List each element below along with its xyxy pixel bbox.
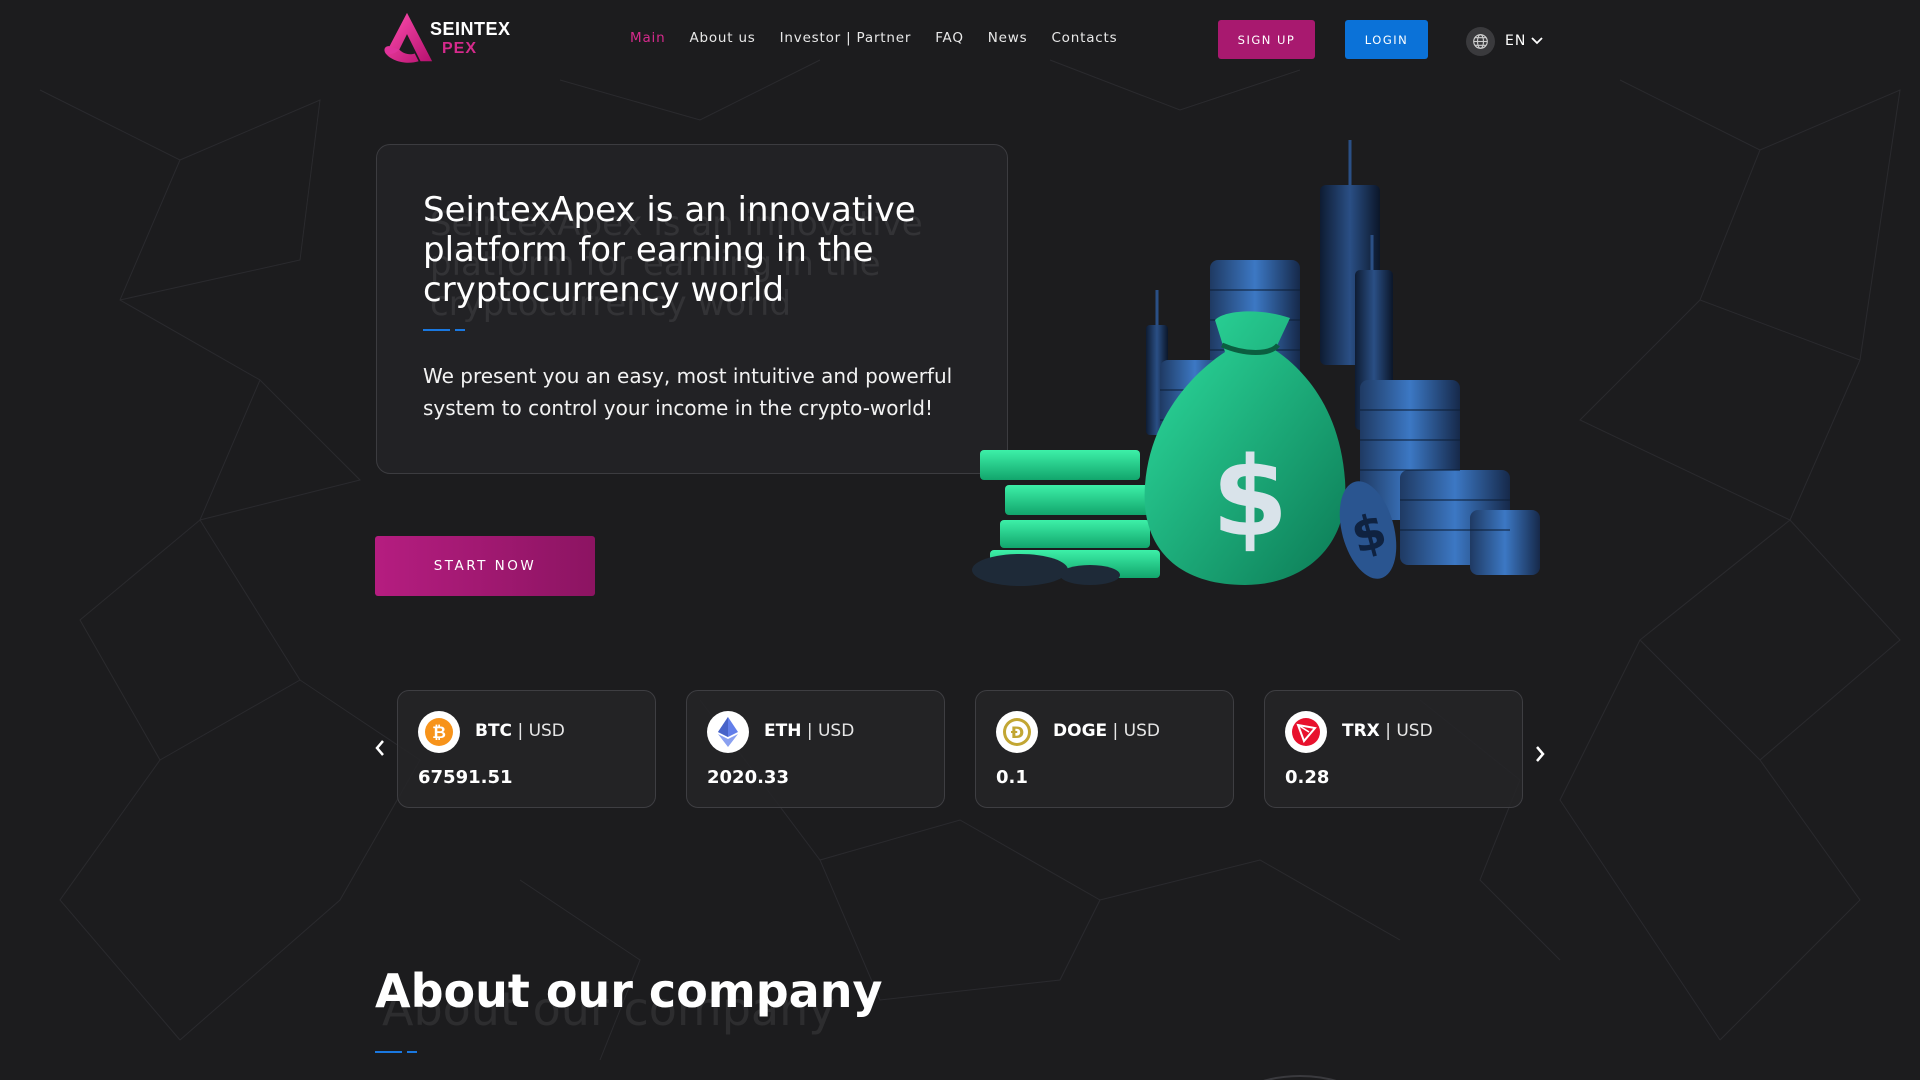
- logo-text-line2: PEX: [442, 39, 478, 57]
- main-nav: Main About us Investor | Partner FAQ New…: [630, 30, 1141, 46]
- chevron-down-icon: [1531, 37, 1543, 45]
- title-accent-divider: [423, 329, 465, 331]
- logo-text-line1: SEINTEX: [430, 18, 511, 39]
- nav-item-faq[interactable]: FAQ: [935, 30, 964, 46]
- sign-up-button[interactable]: SIGN UP: [1218, 20, 1315, 59]
- chevron-left-icon[interactable]: [370, 736, 390, 760]
- language-selector[interactable]: EN: [1466, 26, 1543, 56]
- start-now-button[interactable]: START NOW: [375, 536, 595, 596]
- ethereum-icon: [707, 711, 749, 753]
- ticker-price: 0.28: [1285, 767, 1330, 788]
- ticker-quote: | USD: [1112, 721, 1161, 741]
- dogecoin-icon: Ð: [996, 711, 1038, 753]
- about-accent-divider: [375, 1051, 417, 1053]
- bitcoin-icon: ₿: [418, 711, 460, 753]
- ticker-symbol: BTC: [475, 721, 513, 741]
- ticker-card-btc[interactable]: ₿ BTC | USD 67591.51: [397, 690, 656, 808]
- tron-icon: [1285, 711, 1327, 753]
- ticker-card-eth[interactable]: ETH | USD 2020.33: [686, 690, 945, 808]
- ticker-symbol: ETH: [764, 721, 802, 741]
- hero-subtitle: We present you an easy, most intuitive a…: [423, 364, 953, 420]
- money-bag-illustration: $ $: [972, 140, 1540, 586]
- decorative-arc: [1263, 1075, 1337, 1080]
- nav-item-about-us[interactable]: About us: [689, 30, 755, 46]
- ticker-quote: | USD: [1385, 721, 1433, 741]
- logo-mark-icon: [384, 12, 433, 63]
- nav-item-investor-partner[interactable]: Investor | Partner: [780, 30, 912, 46]
- language-code: EN: [1505, 33, 1527, 49]
- login-button[interactable]: LOGIN: [1345, 20, 1428, 59]
- svg-text:₿: ₿: [432, 723, 446, 743]
- ticker-quote: | USD: [806, 721, 855, 741]
- ticker-symbol: DOGE: [1053, 721, 1108, 741]
- ticker-pair: DOGE | USD: [1053, 721, 1160, 741]
- svg-text:$: $: [1212, 433, 1289, 561]
- ticker-price: 2020.33: [707, 767, 789, 788]
- ticker-card-trx[interactable]: TRX | USD 0.28: [1264, 690, 1523, 808]
- ticker-symbol: TRX: [1342, 721, 1380, 741]
- nav-item-contacts[interactable]: Contacts: [1051, 30, 1117, 46]
- globe-icon: [1466, 26, 1495, 56]
- ticker-pair: ETH | USD: [764, 721, 854, 741]
- ticker-pair: TRX | USD: [1342, 721, 1433, 741]
- brand-logo[interactable]: SEINTEX PEX: [378, 8, 523, 68]
- svg-text:Ð: Ð: [1011, 723, 1024, 742]
- nav-item-main[interactable]: Main: [630, 30, 665, 46]
- ticker-quote: | USD: [517, 721, 565, 741]
- ticker-price: 67591.51: [418, 767, 513, 788]
- ticker-price: 0.1: [996, 767, 1028, 788]
- ticker-pair: BTC | USD: [475, 721, 565, 741]
- ticker-card-doge[interactable]: Ð DOGE | USD 0.1: [975, 690, 1234, 808]
- about-section-title: About our company: [375, 964, 883, 1018]
- nav-item-news[interactable]: News: [988, 30, 1028, 46]
- hero-title: SeintexApex is an innovative platform fo…: [423, 190, 916, 310]
- chevron-right-icon[interactable]: [1530, 742, 1550, 766]
